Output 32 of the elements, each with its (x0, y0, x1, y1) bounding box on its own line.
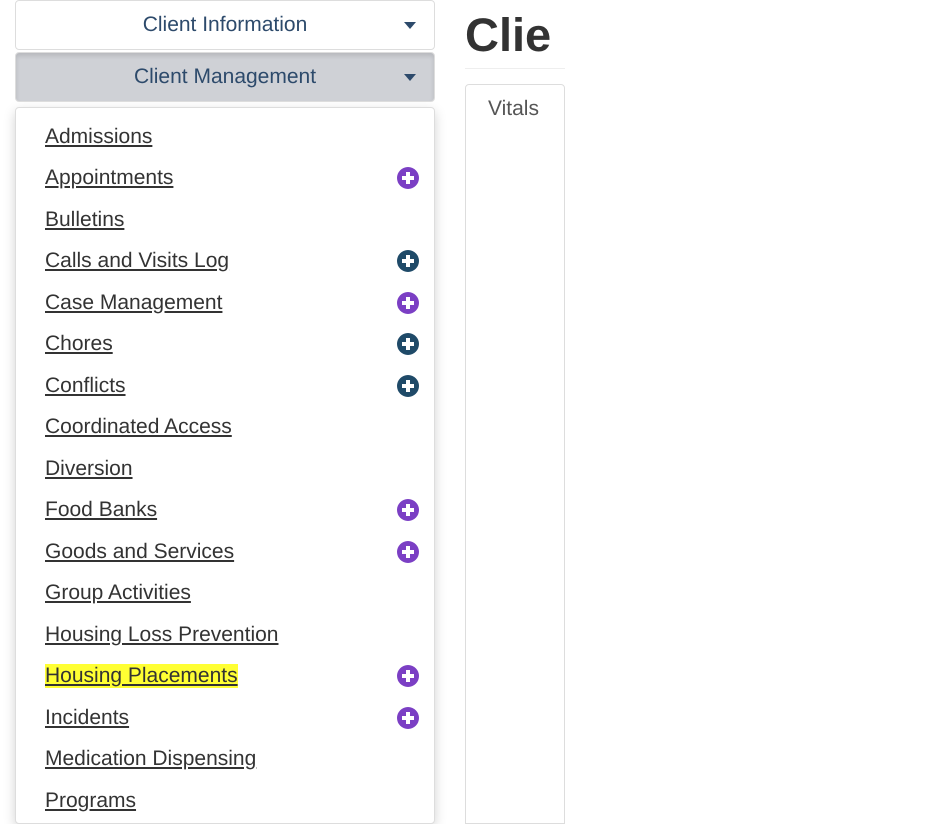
page-title: Clie (465, 0, 565, 69)
menu-link[interactable]: Bulletins (45, 208, 124, 232)
menu-link[interactable]: Calls and Visits Log (45, 249, 230, 274)
menu-link[interactable]: Admissions (45, 124, 152, 149)
menu-link[interactable]: Chores (45, 332, 113, 356)
add-icon[interactable] (397, 499, 419, 522)
add-icon[interactable] (397, 706, 419, 729)
add-icon[interactable] (397, 374, 419, 397)
menu-link[interactable]: Goods and Services (45, 540, 234, 564)
add-icon[interactable] (397, 292, 419, 314)
menu-link[interactable]: Coordinated Access (45, 415, 232, 440)
caret-icon (404, 74, 416, 81)
menu-link[interactable]: Food Banks (45, 498, 158, 522)
menu-link[interactable]: Conflicts (45, 374, 126, 398)
accordion-header[interactable]: Client Management (15, 52, 435, 102)
menu-link[interactable]: Programs (45, 788, 136, 813)
add-icon[interactable] (397, 333, 419, 356)
add-icon[interactable] (397, 250, 419, 272)
menu-link[interactable]: Case Management (45, 290, 222, 315)
add-icon[interactable] (397, 540, 419, 563)
tab[interactable]: Vitals (466, 85, 564, 133)
menu-link[interactable]: Housing Placements (45, 664, 238, 688)
caret-icon (404, 22, 416, 29)
menu-link[interactable]: Incidents (45, 706, 130, 730)
menu-link[interactable]: Appointments (45, 166, 174, 190)
menu-link[interactable]: Medication Dispensing (45, 747, 256, 772)
add-icon[interactable] (397, 665, 419, 688)
menu-link[interactable]: Housing Loss Prevention (45, 622, 278, 647)
accordion-header[interactable]: Client Information (15, 0, 435, 50)
menu-link[interactable]: Diversion (45, 456, 133, 481)
menu-link[interactable]: Group Activities (45, 581, 191, 606)
add-icon[interactable] (397, 167, 419, 190)
